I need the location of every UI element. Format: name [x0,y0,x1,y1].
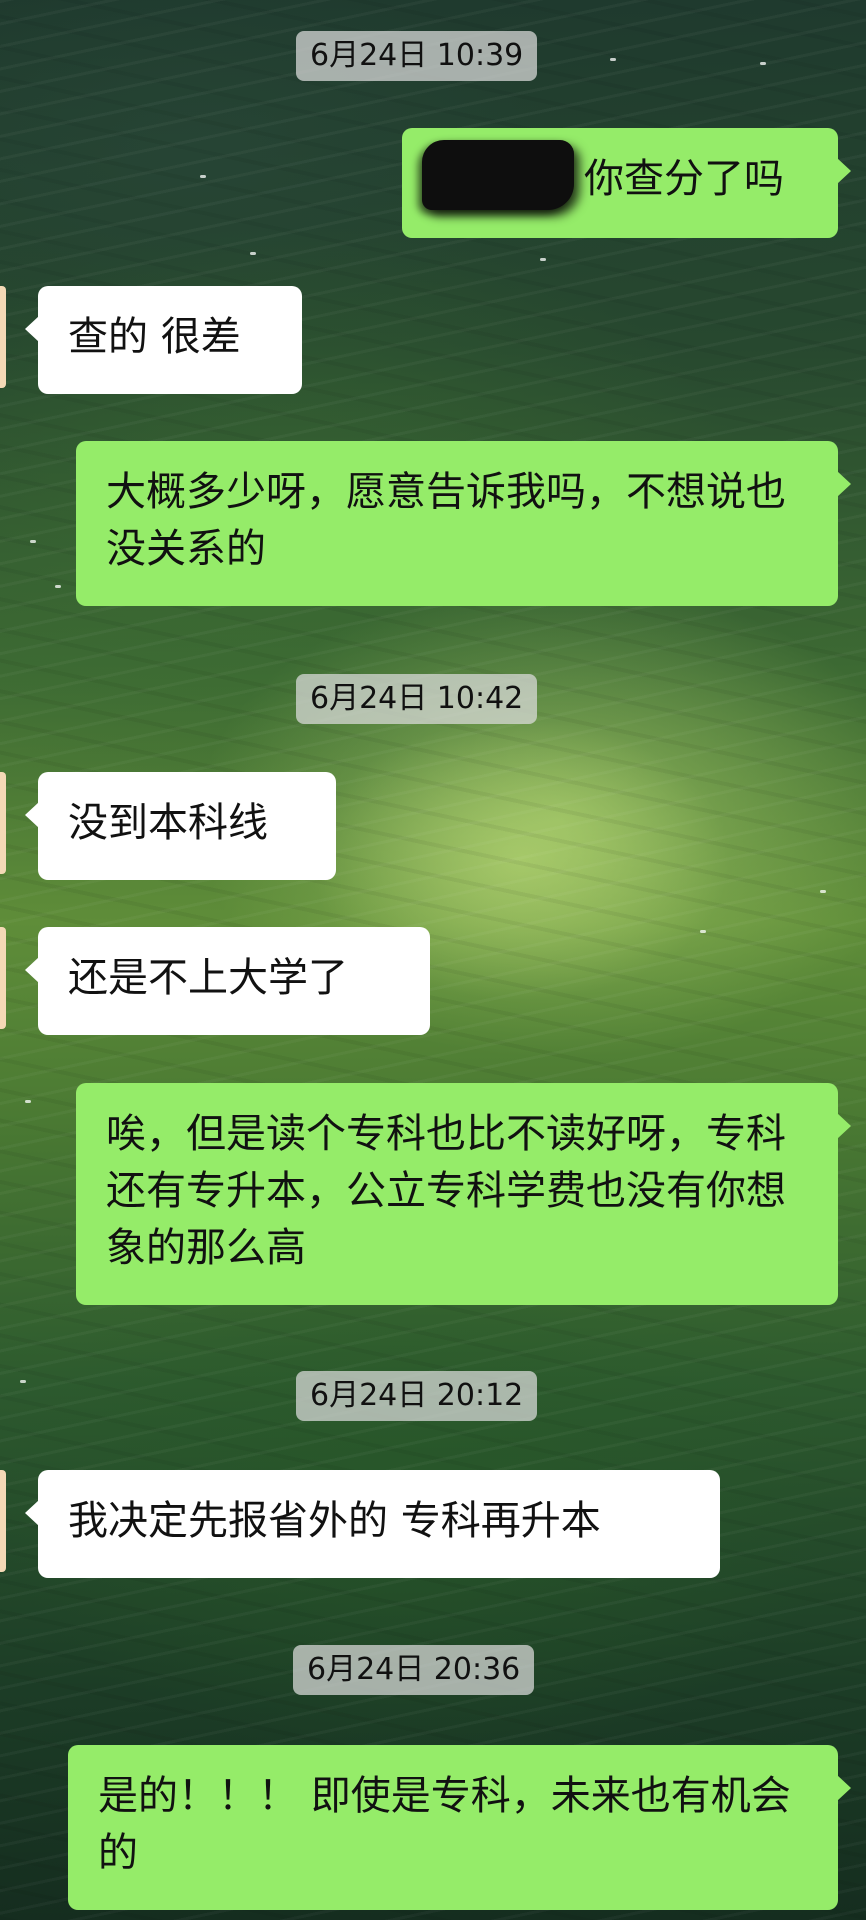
background-sparkle [55,585,61,588]
sent-message-bubble[interactable]: 大概多少呀，愿意告诉我吗，不想说也没关系的 [76,441,851,606]
timestamp-label: 6月24日 10:39 [296,31,538,81]
received-message-bubble[interactable]: 没到本科线 [25,772,336,880]
contact-avatar-edge[interactable] [0,286,6,388]
message-text: 还是不上大学了 [68,955,348,1001]
background-sparkle [200,175,206,178]
sent-message-bubble[interactable]: 唉，但是读个专科也比不读好呀，专科还有专升本，公立专科学费也没有你想象的那么高 [76,1083,851,1305]
timestamp-label: 6月24日 20:12 [296,1371,538,1421]
timestamp-label: 6月24日 20:36 [293,1645,535,1695]
background-sparkle [30,540,36,543]
message-text: 我决定先报省外的 专科再升本 [68,1498,601,1544]
contact-avatar-edge[interactable] [0,772,6,874]
message-text: 没到本科线 [68,800,268,846]
message-text: 你查分了吗 [584,156,784,202]
received-message-bubble[interactable]: 还是不上大学了 [25,927,430,1035]
background-sparkle [700,930,706,933]
background-sparkle [20,1380,26,1383]
message-text: 大概多少呀，愿意告诉我吗，不想说也没关系的 [106,469,786,572]
sent-message-bubble[interactable]: 是的！！！ 即使是专科，未来也有机会的 [68,1745,851,1910]
background-sparkle [760,62,766,65]
contact-avatar-edge[interactable] [0,1470,6,1572]
sent-message-bubble[interactable]: 你查分了吗 [402,128,851,238]
contact-avatar-edge[interactable] [0,927,6,1029]
message-text: 唉，但是读个专科也比不读好呀，专科还有专升本，公立专科学费也没有你想象的那么高 [106,1111,786,1271]
received-message-bubble[interactable]: 查的 很差 [25,286,302,394]
background-sparkle [250,252,256,255]
background-sparkle [610,58,616,61]
redacted-name-mark [422,140,574,210]
message-text: 查的 很差 [68,314,241,360]
timestamp-label: 6月24日 10:42 [296,674,538,724]
background-sparkle [25,1100,31,1103]
background-sparkle [820,890,826,893]
background-sparkle [540,258,546,261]
received-message-bubble[interactable]: 我决定先报省外的 专科再升本 [25,1470,720,1578]
message-text: 是的！！！ 即使是专科，未来也有机会的 [98,1773,791,1876]
